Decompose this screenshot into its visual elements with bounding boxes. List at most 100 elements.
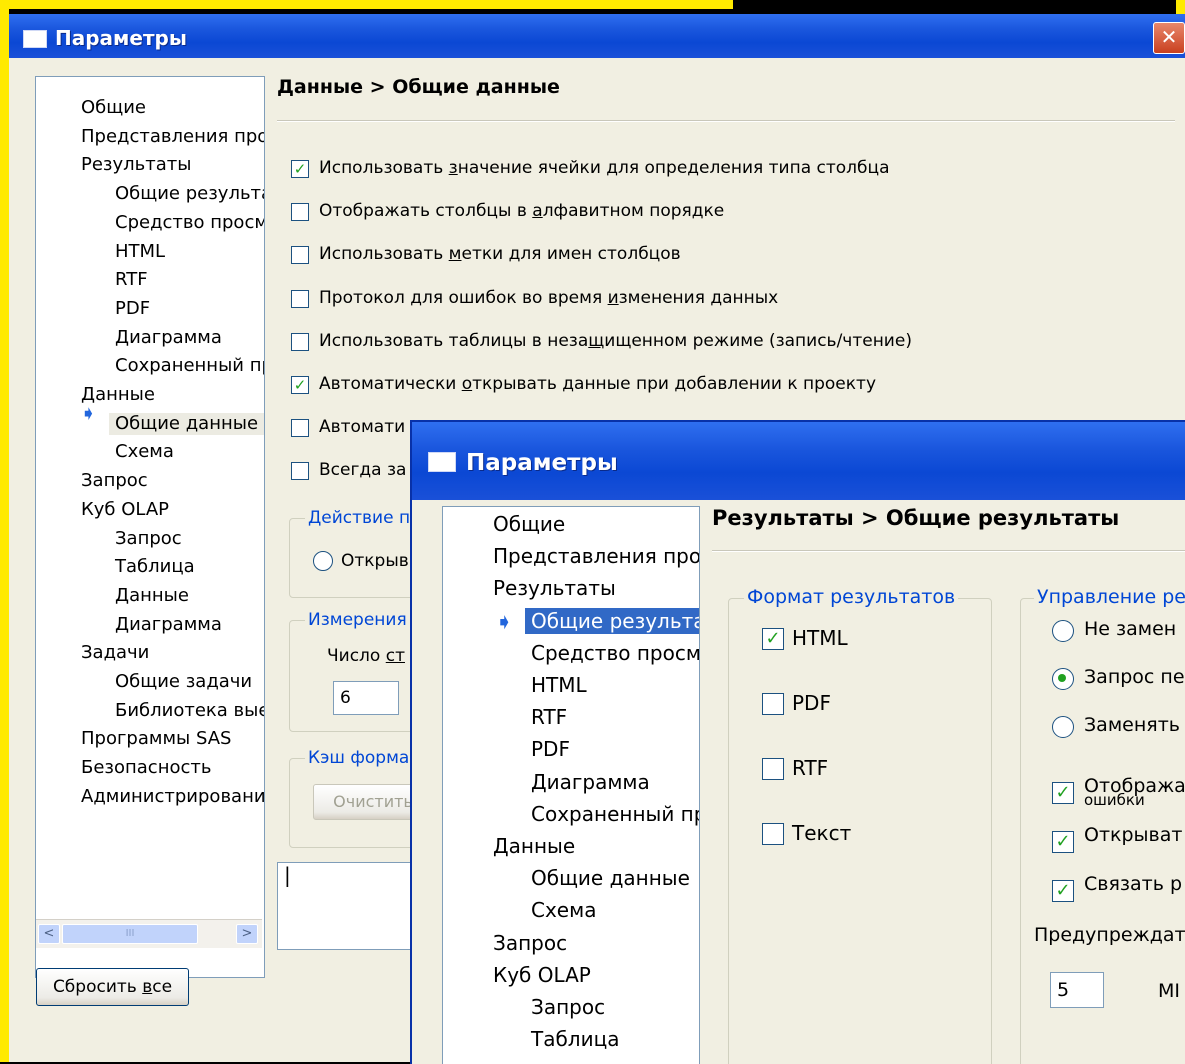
tree-item[interactable]: Общие	[81, 97, 146, 119]
front-tree-item[interactable]: Куб OLAP	[493, 962, 591, 988]
option-checkbox[interactable]	[291, 289, 309, 308]
open-radio[interactable]	[313, 551, 333, 571]
option-label-rest: зменения данных	[618, 287, 779, 308]
tree-item[interactable]: Схема	[115, 441, 174, 463]
tree-item[interactable]: Запрос	[115, 528, 182, 550]
tree-item[interactable]: Куб OLAP	[81, 499, 169, 521]
option-hotkey: з	[448, 158, 458, 178]
result-checkbox[interactable]: ✓	[1052, 782, 1074, 804]
replace-radio[interactable]	[1052, 716, 1074, 738]
tree-horizontal-scrollbar[interactable]: < III >	[36, 919, 262, 948]
replace-radio[interactable]	[1052, 668, 1074, 690]
front-tree-item[interactable]: Общие	[493, 511, 565, 537]
count-label: Число ст	[327, 646, 405, 666]
scroll-thumb[interactable]: III	[62, 924, 198, 944]
result-checkbox[interactable]: ✓	[1052, 880, 1074, 902]
front-tree-item[interactable]: Представления про	[493, 543, 699, 569]
option-checkbox[interactable]: ✓	[291, 376, 309, 394]
reset-all-button[interactable]: Сбросить все	[36, 968, 189, 1006]
option-label-text: Автомати	[319, 417, 406, 438]
tree-item[interactable]: HTML	[115, 241, 165, 263]
option-hotkey: о	[461, 374, 473, 394]
front-tree-item[interactable]: PDF	[531, 736, 570, 762]
count-label-text: Число	[327, 646, 386, 666]
front-tree-item[interactable]: Диаграмма	[531, 769, 650, 795]
result-checkbox[interactable]: ✓	[1052, 831, 1074, 853]
tree-item[interactable]: Задачи	[81, 642, 149, 664]
replace-radio[interactable]	[1052, 620, 1074, 642]
option-checkbox[interactable]	[291, 419, 309, 438]
tree-item[interactable]: Безопасность	[81, 757, 211, 779]
front-tree-item[interactable]: Таблица	[531, 1026, 619, 1052]
count-label-hotkey: ст	[385, 646, 405, 666]
tree-item[interactable]: Диаграмма	[115, 327, 222, 349]
tree-item[interactable]: Данные	[81, 384, 155, 406]
tree-item[interactable]: Администрировани	[81, 786, 264, 808]
option-hotkey: и	[607, 287, 619, 308]
option-checkbox[interactable]	[291, 203, 309, 222]
front-title-bar: Параметры	[412, 422, 1185, 500]
option-hotkey: м	[448, 244, 462, 265]
front-tree-item[interactable]: RTF	[531, 704, 567, 730]
tree-item[interactable]: RTF	[115, 269, 148, 291]
option-label-text: Протокол для ошибок во время	[319, 287, 608, 308]
tree-item[interactable]: PDF	[115, 298, 150, 320]
result-checkbox-text: Связать р	[1084, 873, 1183, 895]
tree-item[interactable]: Диаграмма	[115, 614, 222, 636]
front-tree-item[interactable]: Средство просм	[531, 640, 699, 666]
size-unit-label: МІ	[1158, 980, 1180, 1002]
option-label: Использовать метки для имен столбцов	[319, 244, 681, 264]
front-tree-item[interactable]: Общие результа	[525, 607, 699, 634]
option-label-text: Автоматически	[319, 374, 462, 394]
tree-item[interactable]: Общие задачи	[115, 671, 252, 693]
option-checkbox[interactable]	[291, 246, 309, 265]
front-tree-item[interactable]: Результаты	[493, 575, 616, 601]
format-label: Текст	[792, 821, 852, 845]
front-options-tree[interactable]: ➧ Общие Представления про Результаты Общие …	[442, 506, 700, 1064]
close-button[interactable]: ✕	[1153, 22, 1185, 54]
tree-item[interactable]: Сохраненный пр	[115, 355, 264, 377]
front-tree-item[interactable]: Запрос	[493, 930, 567, 956]
tree-item[interactable]: Программы SAS	[81, 728, 231, 750]
front-tree-item[interactable]: Данные	[493, 833, 575, 859]
format-checkbox[interactable]	[762, 823, 784, 845]
count-field[interactable]: 6	[333, 681, 399, 715]
tree-item[interactable]: Общие данные	[109, 412, 264, 435]
format-checkbox[interactable]: ✓	[762, 628, 784, 650]
manage-group-legend: Управление ре	[1034, 586, 1185, 608]
page-title: Данные > Общие данные	[277, 76, 560, 98]
title-divider	[277, 120, 1175, 122]
option-checkbox[interactable]	[291, 462, 309, 481]
scroll-left-button[interactable]: <	[38, 924, 60, 944]
options-tree[interactable]: ➧ Общие Представления про Результаты Общие …	[35, 76, 265, 978]
options-dialog-front: Параметры ➧ Общие Представления про Резуль…	[410, 420, 1185, 1064]
front-window-title: Параметры	[466, 450, 618, 476]
option-label-text: Использовать	[319, 244, 449, 265]
reset-label-a: Сбросить	[52, 977, 143, 997]
result-checkbox-text: Открыват	[1084, 824, 1183, 846]
front-tree-item[interactable]: Схема	[531, 897, 596, 923]
front-tree-item[interactable]: Запрос	[531, 994, 605, 1020]
result-checkbox-label: Открыват	[1084, 824, 1183, 846]
tree-item[interactable]: Таблица	[115, 556, 195, 578]
scroll-right-button[interactable]: >	[236, 924, 258, 944]
option-label: Всегда за	[319, 460, 406, 480]
tree-item[interactable]: Представления про	[81, 126, 264, 148]
tree-item[interactable]: Общие результа	[115, 183, 264, 205]
option-checkbox[interactable]: ✓	[291, 160, 309, 178]
tree-item[interactable]: Результаты	[81, 154, 191, 176]
option-checkbox[interactable]	[291, 332, 309, 351]
tree-item[interactable]: Данные	[115, 585, 189, 607]
format-checkbox[interactable]	[762, 693, 784, 715]
front-tree-item[interactable]: Общие данные	[531, 865, 690, 891]
front-tree-item[interactable]: Сохраненный пр	[531, 801, 699, 827]
tree-item[interactable]: Средство просм	[115, 212, 264, 234]
front-tree-item[interactable]: HTML	[531, 672, 587, 698]
option-label-text: Использовать таблицы в неза	[319, 330, 589, 351]
format-checkbox[interactable]	[762, 758, 784, 780]
result-checkbox-label: Связать р	[1084, 873, 1183, 895]
replace-radio-label: Не замен	[1084, 618, 1177, 640]
size-field[interactable]: 5	[1050, 972, 1104, 1008]
tree-item[interactable]: Запрос	[81, 470, 148, 492]
tree-item[interactable]: Библиотека вые	[115, 700, 264, 722]
